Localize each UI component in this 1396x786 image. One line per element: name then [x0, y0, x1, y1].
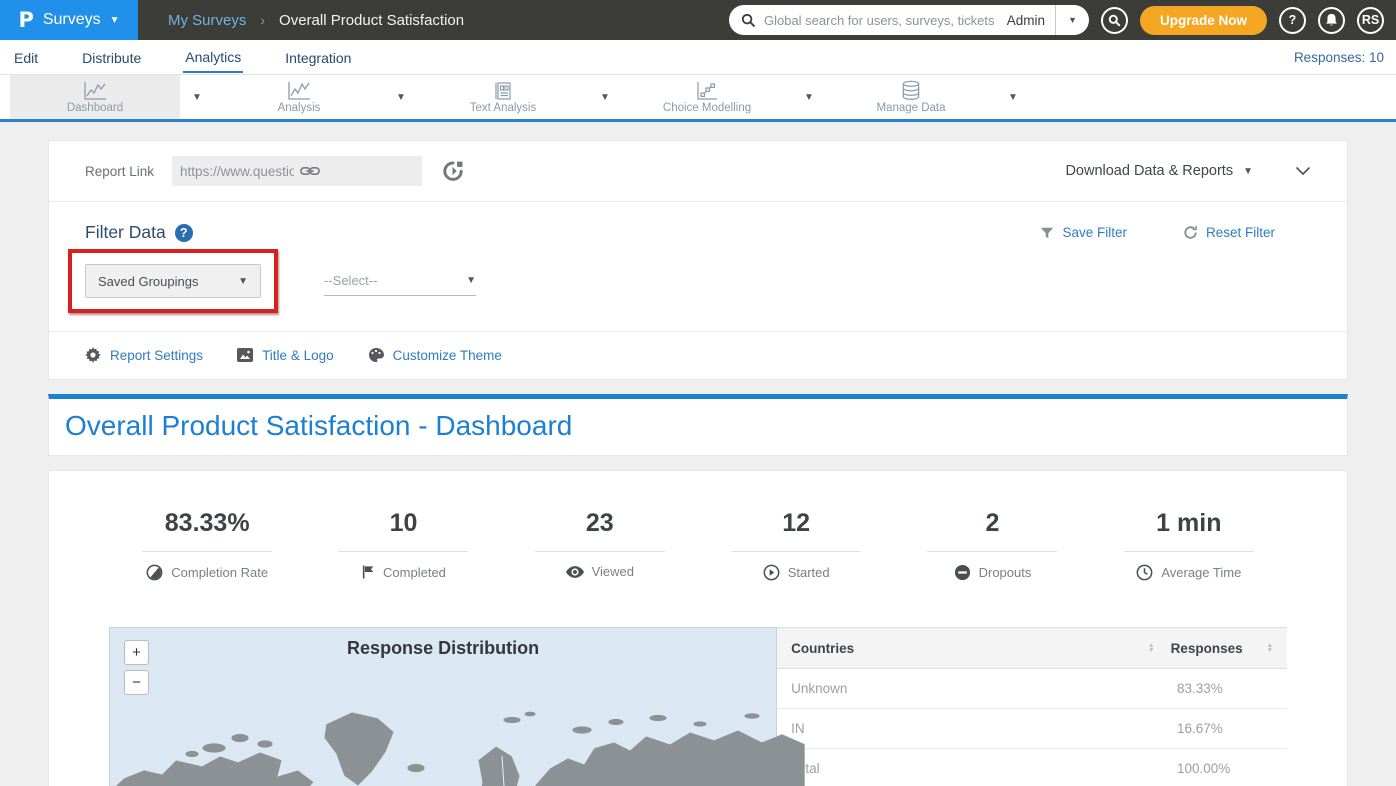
- funnel-icon: [1040, 226, 1054, 240]
- sort-countries-icon[interactable]: ▲▼: [1148, 643, 1154, 653]
- palette-icon: [368, 347, 384, 363]
- questionpro-logo: P: [18, 8, 33, 32]
- saved-groupings-dropdown[interactable]: Saved Groupings ▼: [85, 264, 261, 298]
- saved-groupings-caret-icon: ▼: [238, 276, 248, 287]
- stats-row: 83.33% Completion Rate 10 Completed: [109, 509, 1287, 581]
- help-button[interactable]: ?: [1279, 7, 1306, 34]
- responses-column-header: Responses: [1171, 641, 1267, 656]
- dashboard-caret-icon[interactable]: ▼: [180, 92, 214, 103]
- dashboard-card: 83.33% Completion Rate 10 Completed: [48, 470, 1348, 786]
- upgrade-now-button[interactable]: Upgrade Now: [1140, 6, 1267, 35]
- map-title: Response Distribution: [110, 628, 776, 659]
- stat-viewed: 23 Viewed: [502, 509, 698, 581]
- notifications-button[interactable]: [1318, 7, 1345, 34]
- breadcrumb-my-surveys[interactable]: My Surveys: [168, 12, 246, 29]
- tab-analytics[interactable]: Analytics: [183, 41, 243, 73]
- breadcrumb-separator: ›: [260, 12, 265, 28]
- analysis-caret-icon[interactable]: ▼: [384, 92, 418, 103]
- dashboard-title-card: Overall Product Satisfaction - Dashboard: [48, 394, 1348, 456]
- global-search: Admin ▼: [729, 5, 1089, 35]
- bell-icon: [1325, 13, 1338, 27]
- play-circle-icon: [763, 564, 780, 581]
- survey-nav: Edit Distribute Analytics Integration Re…: [0, 40, 1396, 75]
- link-icon[interactable]: [300, 165, 414, 177]
- breadcrumb-current: Overall Product Satisfaction: [279, 12, 464, 29]
- report-link-url: https://www.questionpro.com/t/PHBu: [180, 164, 294, 179]
- gear-icon: [85, 347, 101, 363]
- surveys-menu-label: Surveys: [43, 11, 101, 29]
- response-distribution-map[interactable]: Response Distribution + −: [109, 627, 777, 786]
- filter-data-title: Filter Data ?: [85, 222, 193, 243]
- report-link-label: Report Link: [85, 164, 154, 179]
- stat-average-time: 1 min Average Time: [1091, 509, 1287, 581]
- refresh-icon: [1183, 225, 1198, 240]
- user-avatar[interactable]: RS: [1357, 7, 1384, 34]
- toolbar-analysis[interactable]: Analysis: [214, 75, 384, 119]
- image-icon: [237, 348, 253, 362]
- countries-table: Countries ▲▼ Responses ▲▼ Unknown 83.33%…: [777, 627, 1287, 786]
- title-logo-link[interactable]: Title & Logo: [237, 348, 334, 363]
- toolbar-dashboard[interactable]: Dashboard: [10, 75, 180, 119]
- table-row: Total 100.00%: [777, 749, 1287, 786]
- toolbar-choice-modelling[interactable]: Choice Modelling: [622, 75, 792, 119]
- responses-count: Responses: 10: [1294, 50, 1384, 65]
- global-search-input[interactable]: [764, 13, 997, 28]
- breadcrumb: My Surveys › Overall Product Satisfactio…: [168, 12, 464, 29]
- tab-distribute[interactable]: Distribute: [80, 42, 143, 72]
- manage-data-caret-icon[interactable]: ▼: [996, 92, 1030, 103]
- text-analysis-icon: [493, 81, 513, 101]
- table-row: Unknown 83.33%: [777, 669, 1287, 709]
- countries-column-header: Countries: [791, 641, 1148, 656]
- share-report-icon[interactable]: [442, 160, 464, 182]
- flag-icon: [361, 564, 375, 580]
- clock-icon: [1136, 564, 1153, 581]
- collapse-chevron-icon[interactable]: [1295, 166, 1311, 176]
- surveys-menu[interactable]: P Surveys ▼: [0, 0, 138, 40]
- analysis-chart-icon: [287, 81, 311, 101]
- choice-modelling-icon: [696, 81, 718, 101]
- toolbar-text-analysis[interactable]: Text Analysis: [418, 75, 588, 119]
- filter-select-caret-icon: ▼: [466, 275, 476, 286]
- filter-help-icon[interactable]: ?: [175, 224, 193, 242]
- sort-responses-icon[interactable]: ▲▼: [1267, 643, 1273, 653]
- search-icon: [741, 13, 756, 28]
- caret-down-icon: ▼: [110, 15, 120, 26]
- stat-completion-rate: 83.33% Completion Rate: [109, 509, 305, 581]
- stat-started: 12 Started: [698, 509, 894, 581]
- table-row: IN 16.67%: [777, 709, 1287, 749]
- report-settings-link[interactable]: Report Settings: [85, 347, 203, 363]
- report-filter-card: Report Link https://www.questionpro.com/…: [48, 140, 1348, 380]
- stat-completed: 10 Completed: [305, 509, 501, 581]
- save-filter-button[interactable]: Save Filter: [1040, 225, 1127, 240]
- toolbar-manage-data[interactable]: Manage Data: [826, 75, 996, 119]
- map-zoom-in-button[interactable]: +: [124, 640, 149, 665]
- choice-modelling-caret-icon[interactable]: ▼: [792, 92, 826, 103]
- tab-integration[interactable]: Integration: [283, 42, 353, 72]
- search-scope-label[interactable]: Admin: [997, 13, 1055, 28]
- world-map: [110, 686, 805, 786]
- search-button[interactable]: [1101, 7, 1128, 34]
- eye-icon: [566, 566, 584, 578]
- filter-select-dropdown[interactable]: --Select-- ▼: [324, 266, 476, 296]
- report-link-field[interactable]: https://www.questionpro.com/t/PHBu: [172, 156, 422, 186]
- top-bar: P Surveys ▼ My Surveys › Overall Product…: [0, 0, 1396, 40]
- search-scope-caret-icon[interactable]: ▼: [1056, 15, 1089, 25]
- stat-dropouts: 2 Dropouts: [894, 509, 1090, 581]
- page-title: Overall Product Satisfaction - Dashboard: [49, 399, 1347, 455]
- completion-rate-icon: [146, 564, 163, 581]
- annotation-highlight-box: Saved Groupings ▼: [68, 249, 278, 313]
- text-analysis-caret-icon[interactable]: ▼: [588, 92, 622, 103]
- download-data-reports-menu[interactable]: Download Data & Reports ▼: [1065, 163, 1253, 179]
- analytics-toolbar: Dashboard ▼ Analysis ▼ Text Analysis ▼ C…: [0, 75, 1396, 122]
- reset-filter-button[interactable]: Reset Filter: [1183, 225, 1275, 240]
- download-caret-icon: ▼: [1243, 166, 1253, 177]
- minus-circle-icon: [954, 564, 971, 581]
- tab-edit[interactable]: Edit: [12, 42, 40, 72]
- dashboard-chart-icon: [83, 81, 107, 101]
- countries-table-header: Countries ▲▼ Responses ▲▼: [777, 627, 1287, 669]
- customize-theme-link[interactable]: Customize Theme: [368, 347, 502, 363]
- database-icon: [900, 80, 922, 101]
